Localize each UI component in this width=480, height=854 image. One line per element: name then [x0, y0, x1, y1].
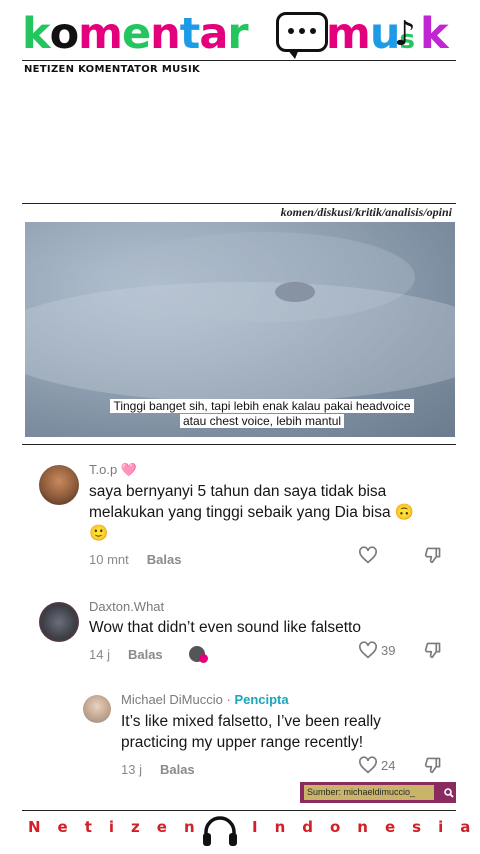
comment-meta: 10 mnt Balas	[89, 552, 181, 567]
video-subtitle: Tinggi banget sih, tapi lebih enak kalau…	[97, 399, 427, 429]
comment-time: 14 j	[89, 647, 110, 662]
categories-divider	[22, 203, 456, 204]
reply-button[interactable]: Balas	[128, 647, 163, 662]
dislike-icon[interactable]	[423, 546, 443, 564]
like-heart-icon[interactable]	[358, 546, 378, 564]
logo-letter-k: k	[420, 9, 449, 59]
comment-meta: 14 j Balas	[89, 647, 163, 662]
comment-meta: 13 j Balas	[121, 762, 195, 777]
like-count: 24	[381, 758, 396, 773]
like-count: 39	[381, 643, 396, 658]
dislike-icon[interactable]	[423, 756, 443, 774]
comment-text: It’s like mixed falsetto, I’ve been real…	[121, 713, 381, 751]
comment-username[interactable]: Daxton.What	[89, 599, 164, 614]
footer-word-indonesia: Indonesia	[252, 818, 480, 836]
footer-divider	[22, 810, 456, 811]
avatar[interactable]	[39, 465, 79, 505]
like-heart-icon[interactable]	[358, 756, 378, 774]
subtitle-line-2: atau chest voice, lebih mantul	[179, 414, 345, 428]
tagline: NETIZEN KOMENTATOR MUSIK	[24, 64, 201, 75]
heart-emoji: 🩷	[120, 462, 137, 477]
categories-label: komen/diskusi/kritik/analisis/opini	[280, 205, 452, 219]
comment-username[interactable]: Michael DiMuccio · Pencipta	[121, 692, 289, 707]
subtitle-line-1: Tinggi banget sih, tapi lebih enak kalau…	[110, 399, 414, 413]
like-heart-icon[interactable]	[358, 641, 378, 659]
footer-word-netizen: Netizen	[28, 818, 212, 836]
comment-time: 13 j	[121, 762, 142, 777]
creator-heart-icon	[199, 654, 208, 663]
site-logo: komentar	[22, 9, 249, 59]
video-divider	[22, 444, 456, 445]
avatar[interactable]	[83, 695, 111, 723]
reply-button[interactable]: Balas	[147, 552, 182, 567]
source-tag[interactable]: Sumber: michaeldimuccio_	[300, 782, 456, 803]
avatar[interactable]	[39, 602, 79, 642]
creator-badge: Pencipta	[234, 692, 289, 707]
header-divider	[22, 60, 456, 61]
comment-username[interactable]: T.o.p 🩷	[89, 462, 137, 478]
video-frame[interactable]: Tinggi banget sih, tapi lebih enak kalau…	[25, 222, 455, 437]
search-icon	[444, 787, 454, 798]
comment-text: saya bernyanyi 5 tahun dan saya tidak bi…	[89, 483, 415, 542]
chat-bubble-icon	[276, 12, 328, 59]
reply-button[interactable]: Balas	[160, 762, 195, 777]
comment-text: Wow that didn’t even sound like falsetto	[89, 619, 361, 636]
source-label: Sumber: michaeldimuccio_	[304, 785, 434, 800]
footer: Netizen Indonesia	[0, 814, 480, 846]
music-note-icon: ♪	[394, 14, 416, 54]
dislike-icon[interactable]	[423, 641, 443, 659]
headphones-icon	[203, 816, 237, 846]
comment-time: 10 mnt	[89, 552, 129, 567]
